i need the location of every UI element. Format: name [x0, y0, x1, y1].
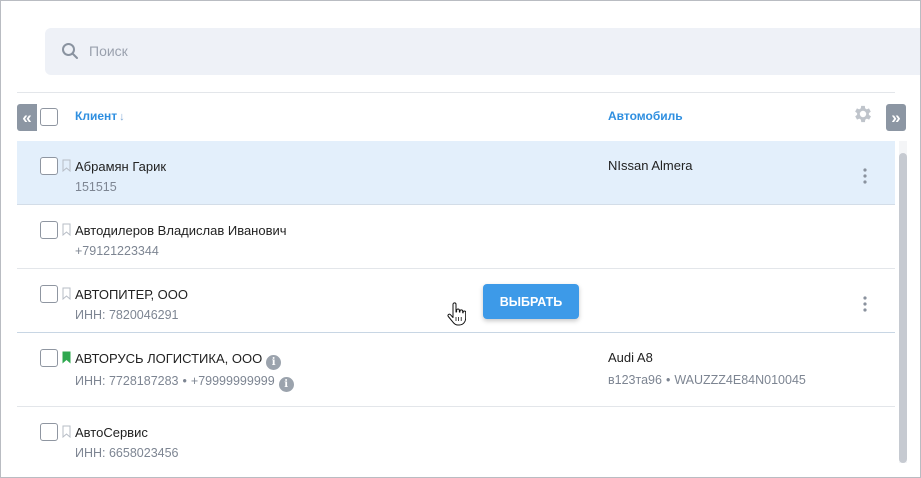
client-name-text: АВТОРУСЬ ЛОГИСТИКА, ООО [75, 351, 263, 366]
client-name: АВТОПИТЕР, ООО [75, 287, 189, 302]
bookmark-icon[interactable] [62, 159, 71, 172]
client-details: ИНН: 7728187283 • +79999999999 i [75, 374, 294, 392]
client-name: АВТОРУСЬ ЛОГИСТИКА, ООО i [75, 351, 282, 370]
more-vertical-icon[interactable] [856, 167, 874, 185]
row-checkbox[interactable] [40, 349, 58, 367]
column-header-client-label: Клиент [75, 109, 118, 123]
client-details: ИНН: 6658023456 [75, 446, 179, 460]
row-checkbox[interactable] [40, 157, 58, 175]
car-plate: в123та96 [608, 373, 662, 387]
bookmark-icon[interactable] [62, 287, 71, 300]
gear-icon[interactable] [852, 103, 874, 125]
table-row[interactable]: Абрамян Гарик 151515 NIssan Almera [17, 141, 895, 205]
row-checkbox[interactable] [40, 423, 58, 441]
bookmark-icon[interactable] [62, 351, 71, 364]
select-button[interactable]: ВЫБРАТЬ [483, 284, 579, 319]
info-icon[interactable]: i [266, 355, 282, 370]
car-model: Audi A8 [608, 350, 653, 365]
client-inn: ИНН: 7728187283 [75, 374, 179, 388]
client-details: 151515 [75, 180, 117, 194]
client-name: Автодилеров Владислав Иванович [75, 223, 287, 238]
car-vin: WAUZZZ4E84N010045 [674, 373, 806, 387]
table-row[interactable]: АвтоСервис ИНН: 6658023456 [17, 407, 895, 471]
select-all-checkbox[interactable] [40, 108, 58, 126]
client-phone: +79999999999 [190, 374, 275, 388]
search-icon [62, 43, 78, 59]
client-name: Абрамян Гарик [75, 159, 167, 174]
row-checkbox[interactable] [40, 285, 58, 303]
search-input[interactable] [89, 40, 689, 62]
table-header: Клиент ↓ Автомобиль [17, 93, 895, 141]
scrollbar-thumb[interactable] [899, 153, 907, 463]
separator-dot: • [665, 373, 671, 387]
info-icon[interactable]: i [278, 377, 294, 392]
column-header-client[interactable]: Клиент ↓ [75, 109, 125, 123]
bookmark-icon[interactable] [62, 223, 71, 236]
sort-desc-icon: ↓ [119, 111, 125, 123]
search-bar[interactable] [45, 28, 920, 75]
client-details: ИНН: 7820046291 [75, 308, 179, 322]
car-model: NIssan Almera [608, 158, 693, 173]
table-row[interactable]: АВТОРУСЬ ЛОГИСТИКА, ООО i ИНН: 7728187283… [17, 333, 895, 407]
client-details: +79121223344 [75, 244, 159, 258]
car-details: в123та96 • WAUZZZ4E84N010045 [608, 373, 806, 387]
table-row[interactable]: Автодилеров Владислав Иванович +79121223… [17, 205, 895, 269]
column-header-car[interactable]: Автомобиль [608, 109, 683, 123]
bookmark-icon[interactable] [62, 425, 71, 438]
separator-dot: • [182, 374, 187, 388]
client-picker-panel: « » Клиент↓ Автомобиль Абрамян Гарик 151… [0, 0, 921, 478]
more-vertical-icon[interactable] [856, 295, 874, 313]
row-checkbox[interactable] [40, 221, 58, 239]
hand-pointer-icon [447, 302, 466, 326]
client-name: АвтоСервис [75, 425, 148, 440]
